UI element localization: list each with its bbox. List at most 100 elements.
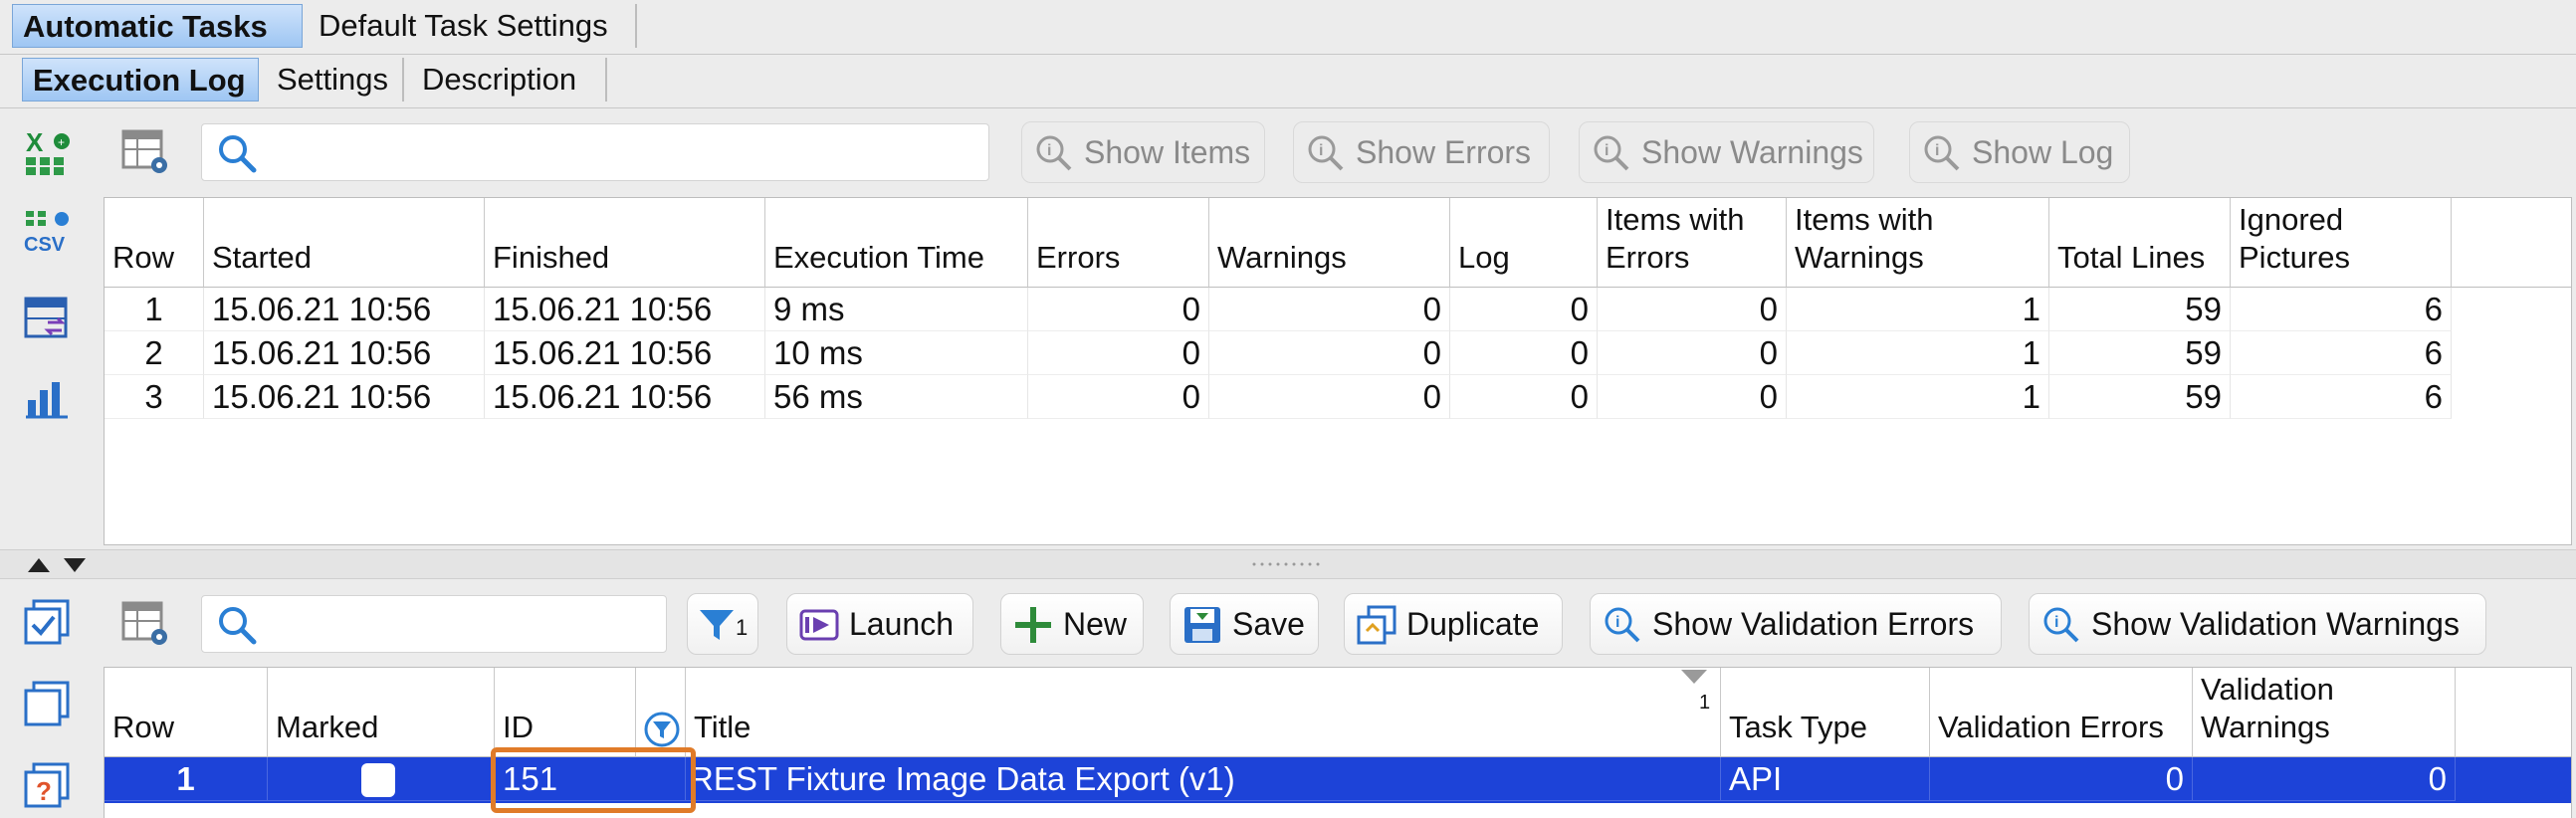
log-search-box[interactable]: [201, 123, 989, 181]
filter-count: 1: [736, 615, 749, 640]
table-row-cell[interactable]: 1: [1787, 375, 2049, 419]
launch-button[interactable]: Launch: [786, 593, 973, 655]
help-copy-icon[interactable]: ?: [24, 762, 72, 810]
show-log-button[interactable]: i Show Log: [1909, 121, 2130, 183]
table-row-cell[interactable]: 9 ms: [765, 288, 1028, 331]
table-row-cell[interactable]: 6: [2231, 331, 2452, 375]
task-type-cell[interactable]: API: [1721, 757, 1930, 801]
table-row-cell[interactable]: 59: [2049, 331, 2231, 375]
table-row-cell[interactable]: 0: [1450, 331, 1598, 375]
splitter-grip-icon[interactable]: [1252, 562, 1326, 566]
col-header-log[interactable]: Log: [1450, 198, 1598, 288]
table-row-cell[interactable]: 56 ms: [765, 375, 1028, 419]
table-row-cell[interactable]: 15.06.21 10:56: [204, 331, 485, 375]
show-validation-warnings-button[interactable]: i Show Validation Warnings: [2029, 593, 2486, 655]
table-row-cell[interactable]: 15.06.21 10:56: [485, 375, 765, 419]
task-search-box[interactable]: [201, 595, 667, 653]
col-header-row[interactable]: Row: [105, 198, 204, 288]
table-row-cell[interactable]: 0: [1450, 375, 1598, 419]
collapse-down-icon[interactable]: [64, 558, 86, 572]
col-header-validation-errors[interactable]: Validation Errors: [1930, 668, 2193, 757]
tab-settings[interactable]: Settings: [267, 58, 404, 102]
title-cell[interactable]: REST Fixture Image Data Export (v1): [686, 757, 1721, 801]
table-row-cell[interactable]: 0: [1209, 288, 1450, 331]
table-row-cell[interactable]: 59: [2049, 375, 2231, 419]
table-row-cell[interactable]: 0: [1598, 375, 1787, 419]
search-icon: [219, 135, 257, 173]
bar-chart-icon[interactable]: [24, 372, 72, 420]
task-search-input[interactable]: [266, 602, 658, 646]
new-button[interactable]: New: [1000, 593, 1144, 655]
row-number[interactable]: 1: [105, 757, 268, 801]
table-settings-icon[interactable]: [121, 127, 169, 175]
table-row-cell[interactable]: 15.06.21 10:56: [204, 288, 485, 331]
table-settings-icon[interactable]: [121, 599, 169, 647]
show-items-label: Show Items: [1084, 134, 1251, 170]
filter-button[interactable]: 1: [687, 593, 758, 655]
table-row-cell[interactable]: 59: [2049, 288, 2231, 331]
save-button[interactable]: Save: [1170, 593, 1319, 655]
table-row-cell[interactable]: 1: [1787, 331, 2049, 375]
col-header-items-with-warnings[interactable]: Items with Warnings: [1787, 198, 2049, 288]
col-header-task-type[interactable]: Task Type: [1721, 668, 1930, 757]
col-header-marked[interactable]: Marked: [268, 668, 495, 757]
table-row-cell[interactable]: 0: [1598, 331, 1787, 375]
col-header-title[interactable]: Title 1: [686, 668, 1721, 757]
show-validation-errors-button[interactable]: i Show Validation Errors: [1590, 593, 2002, 655]
id-highlight-outline: [491, 747, 696, 813]
tab-execution-log[interactable]: Execution Log: [22, 58, 259, 102]
collapse-up-icon[interactable]: [28, 558, 50, 572]
tab-default-task-settings[interactable]: Default Task Settings: [309, 4, 637, 48]
table-swap-icon[interactable]: [24, 295, 72, 342]
column-filter-icon[interactable]: [644, 712, 680, 747]
col-header-validation-warnings[interactable]: Validation Warnings: [2193, 668, 2456, 757]
table-row-cell[interactable]: 15.06.21 10:56: [485, 288, 765, 331]
table-row-cell[interactable]: 0: [1028, 331, 1209, 375]
col-header-total-lines[interactable]: Total Lines: [2049, 198, 2231, 288]
csv-export-icon[interactable]: CSV: [24, 209, 72, 257]
splitter-bar[interactable]: [0, 549, 2576, 579]
show-errors-button[interactable]: i Show Errors: [1293, 121, 1550, 183]
tab-description[interactable]: Description: [412, 58, 607, 102]
uncheck-all-icon[interactable]: [24, 681, 72, 728]
col-header-execution-time[interactable]: Execution Time: [765, 198, 1028, 288]
table-row-cell[interactable]: 6: [2231, 375, 2452, 419]
validation-warnings-cell[interactable]: 0: [2193, 757, 2456, 801]
table-row-cell[interactable]: 15.06.21 10:56: [204, 375, 485, 419]
table-row-cell[interactable]: 0: [1598, 288, 1787, 331]
col-header-items-with-errors[interactable]: Items with Errors: [1598, 198, 1787, 288]
validation-errors-cell[interactable]: 0: [1930, 757, 2193, 801]
table-row-cell[interactable]: 1: [105, 288, 204, 331]
table-row-cell[interactable]: 2: [105, 331, 204, 375]
col-header-filter[interactable]: [636, 668, 686, 757]
show-items-button[interactable]: i Show Items: [1021, 121, 1265, 183]
marked-checkbox[interactable]: [361, 763, 395, 797]
table-row-cell[interactable]: 0: [1209, 375, 1450, 419]
marked-cell[interactable]: [268, 757, 495, 801]
table-row[interactable]: 1 151 REST Fixture Image Data Export (v1…: [105, 757, 2571, 803]
table-row-cell[interactable]: 3: [105, 375, 204, 419]
col-header-row[interactable]: Row: [105, 668, 268, 757]
col-header-id[interactable]: ID: [495, 668, 636, 757]
col-header-started[interactable]: Started: [204, 198, 485, 288]
excel-export-icon[interactable]: X +: [24, 127, 72, 175]
table-row-cell[interactable]: 15.06.21 10:56: [485, 331, 765, 375]
col-header-warnings[interactable]: Warnings: [1209, 198, 1450, 288]
check-all-icon[interactable]: [24, 599, 72, 647]
table-row-cell[interactable]: 0: [1028, 288, 1209, 331]
duplicate-button[interactable]: Duplicate: [1344, 593, 1563, 655]
show-warnings-button[interactable]: i Show Warnings: [1579, 121, 1874, 183]
col-header-errors[interactable]: Errors: [1028, 198, 1209, 288]
col-header-ignored-pictures[interactable]: Ignored Pictures: [2231, 198, 2452, 288]
table-row-cell[interactable]: 0: [1028, 375, 1209, 419]
table-row-cell[interactable]: 0: [1209, 331, 1450, 375]
info-magnifier-icon: i: [2043, 607, 2079, 643]
log-search-input[interactable]: [266, 130, 980, 174]
svg-text:i: i: [1605, 142, 1609, 159]
table-row-cell[interactable]: 10 ms: [765, 331, 1028, 375]
table-row-cell[interactable]: 1: [1787, 288, 2049, 331]
col-header-finished[interactable]: Finished: [485, 198, 765, 288]
table-row-cell[interactable]: 0: [1450, 288, 1598, 331]
table-row-cell[interactable]: 6: [2231, 288, 2452, 331]
tab-automatic-tasks[interactable]: Automatic Tasks: [12, 4, 303, 48]
